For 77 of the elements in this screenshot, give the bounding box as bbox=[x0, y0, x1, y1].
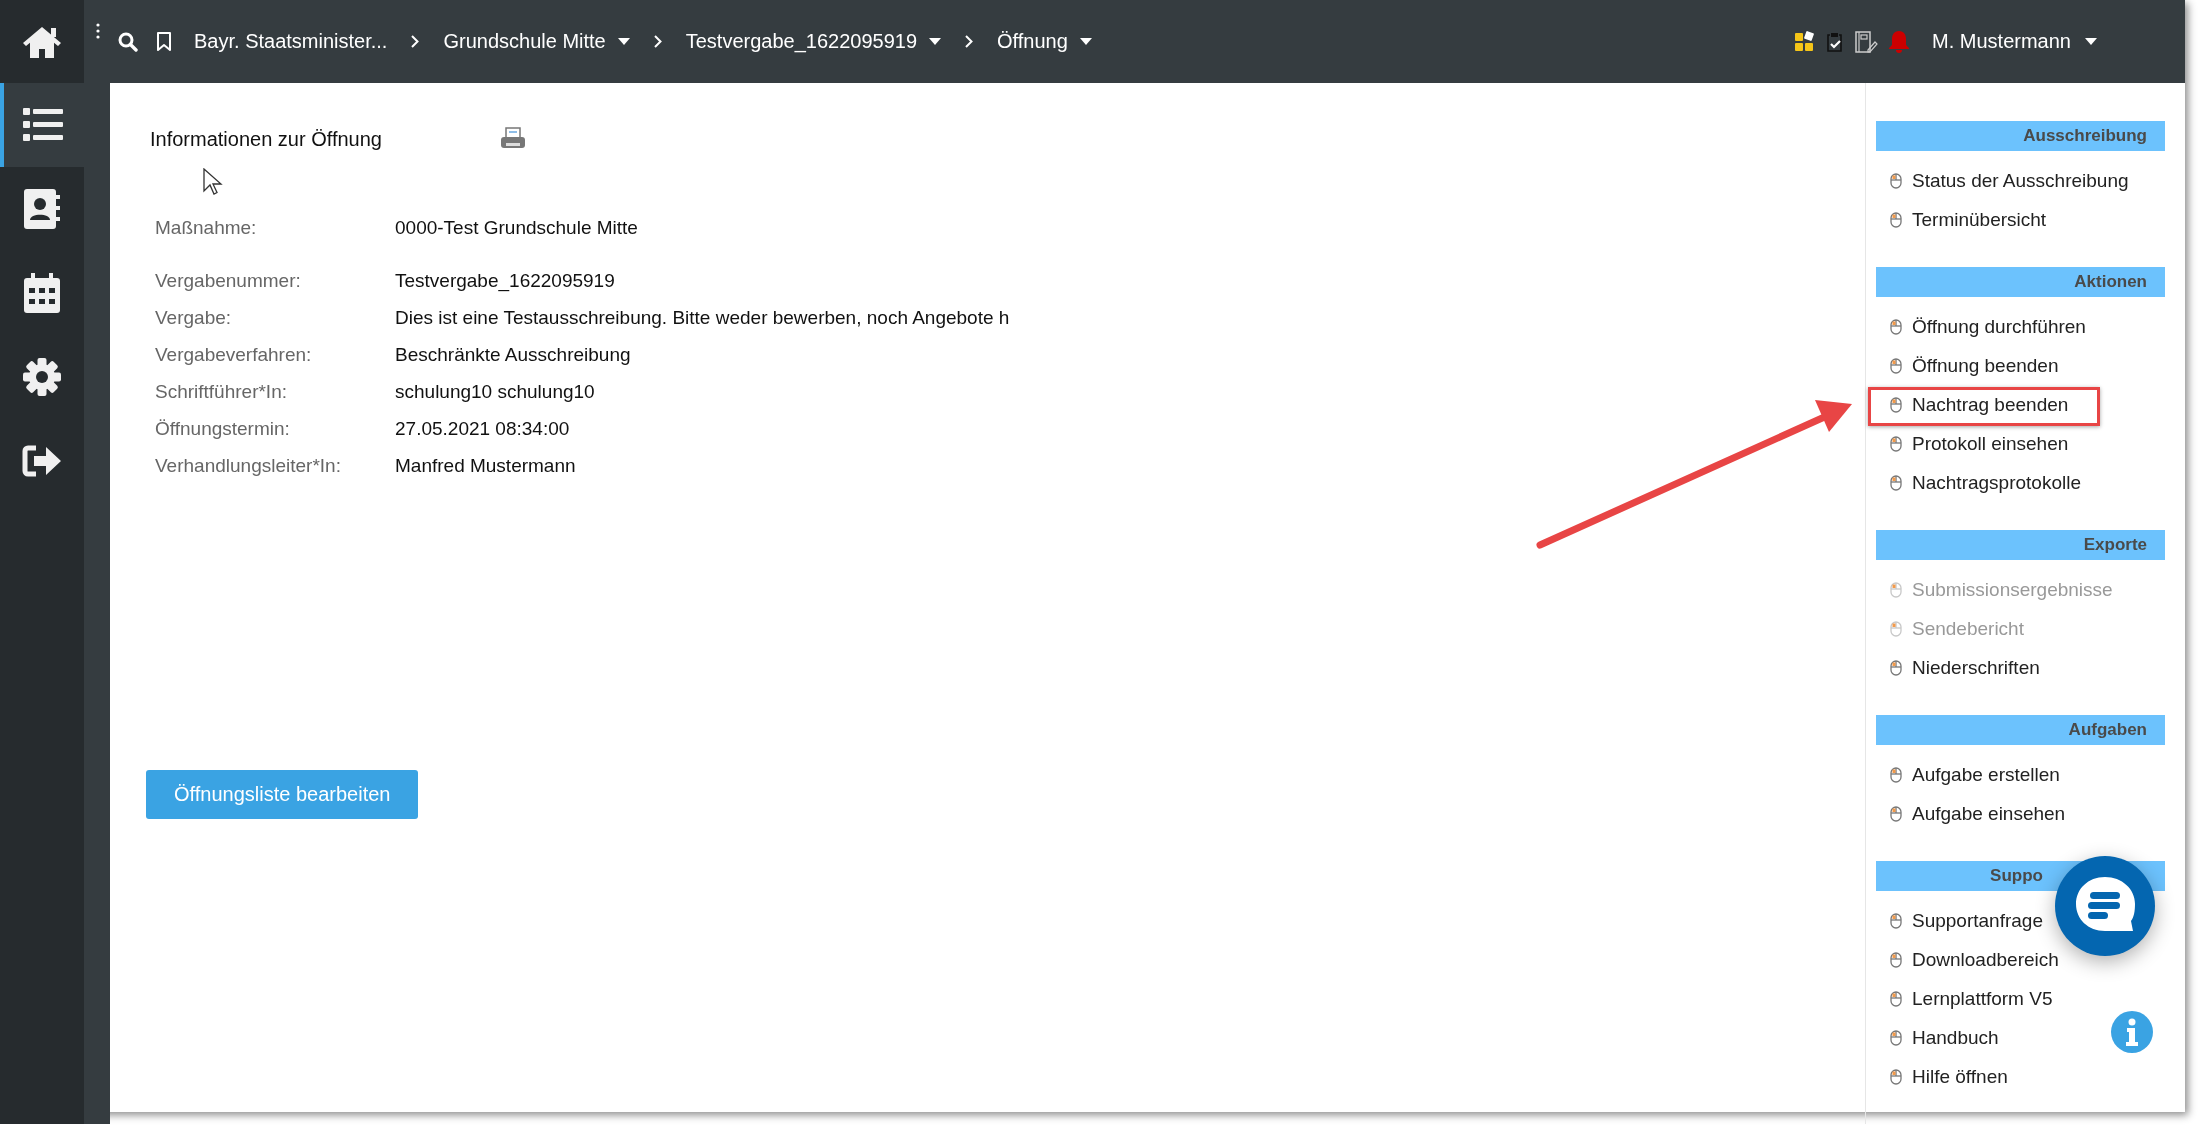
panel-link[interactable]: Hilfe öffnen bbox=[1876, 1057, 2165, 1096]
info-icon bbox=[2126, 1018, 2138, 1046]
section-header: Ausschreibung bbox=[1876, 121, 2165, 151]
settings-icon bbox=[23, 358, 61, 396]
field-label: Schriftführer*In: bbox=[155, 380, 288, 403]
panel-link[interactable]: Status der Ausschreibung bbox=[1876, 161, 2165, 200]
breadcrumb[interactable]: Testvergabe_1622095919 bbox=[685, 30, 942, 53]
mouse-icon bbox=[1890, 766, 1902, 783]
sidebar-item[interactable] bbox=[0, 167, 84, 251]
user-menu[interactable]: M. Mustermann bbox=[1932, 30, 2097, 53]
mouse-icon bbox=[1890, 318, 1902, 335]
info-button[interactable] bbox=[2111, 1011, 2153, 1053]
mouse-icon bbox=[1890, 620, 1902, 637]
mouse-icon bbox=[1890, 211, 1902, 228]
field-value: schulung10 schulung10 bbox=[395, 380, 595, 403]
breadcrumb[interactable]: Bayr. Staatsminister... bbox=[194, 30, 388, 53]
mouse-icon bbox=[1890, 990, 1902, 1007]
notebook-pen-icon[interactable] bbox=[1854, 29, 1879, 54]
panel-link[interactable]: Öffnung beenden bbox=[1876, 346, 2165, 385]
calendar-icon bbox=[24, 273, 60, 313]
panel-link[interactable]: Downloadbereich bbox=[1876, 940, 2165, 979]
field-label: Verhandlungsleiter*In: bbox=[155, 454, 342, 477]
section-header: Exporte bbox=[1876, 530, 2165, 560]
mouse-icon bbox=[1890, 435, 1902, 452]
panel-link[interactable]: Aufgabe erstellen bbox=[1876, 755, 2165, 794]
panel-link[interactable]: Nachtragsprotokolle bbox=[1876, 463, 2165, 502]
mouse-icon bbox=[1890, 912, 1902, 929]
panel-link[interactable]: Lernplattform V5 bbox=[1876, 979, 2165, 1018]
mouse-icon bbox=[1890, 581, 1902, 598]
field-value: Testvergabe_1622095919 bbox=[395, 269, 615, 292]
apps-icon[interactable] bbox=[1794, 30, 1817, 53]
panel-link[interactable]: Protokoll einsehen bbox=[1876, 424, 2165, 463]
mouse-icon bbox=[1890, 396, 1902, 413]
more-icon[interactable] bbox=[96, 22, 100, 39]
logout-icon bbox=[22, 445, 62, 477]
panel-link[interactable]: Handbuch bbox=[1876, 1018, 2165, 1057]
list-icon bbox=[23, 108, 63, 142]
field-label: Öffnungstermin: bbox=[155, 417, 291, 440]
mouse-icon bbox=[1890, 659, 1902, 676]
field-label: Vergabeverfahren: bbox=[155, 343, 313, 366]
printer-icon[interactable] bbox=[500, 127, 526, 151]
panel-link[interactable]: Aufgabe einsehen bbox=[1876, 794, 2165, 833]
panel-link[interactable]: Niederschriften bbox=[1876, 648, 2165, 687]
field-value: Dies ist eine Testausschreibung. Bitte weder bewerben, noch Angebote h bbox=[395, 306, 1010, 329]
cursor-icon bbox=[203, 168, 223, 196]
chevron-icon bbox=[411, 35, 420, 48]
panel-link[interactable]: Supportanfrage bbox=[1876, 901, 2165, 940]
chevron-icon bbox=[653, 35, 662, 48]
clipboard-check-icon[interactable] bbox=[1826, 30, 1845, 53]
mouse-icon bbox=[1890, 172, 1902, 189]
field-value: Beschränkte Ausschreibung bbox=[395, 343, 631, 366]
field-label: Vergabe: bbox=[155, 306, 233, 329]
mouse-icon bbox=[1890, 357, 1902, 374]
breadcrumb[interactable]: Grundschule Mitte bbox=[443, 30, 630, 53]
section-header: Aufgaben bbox=[1876, 715, 2165, 745]
field-value: Manfred Mustermann bbox=[395, 454, 576, 477]
mouse-icon bbox=[1890, 805, 1902, 822]
section-header: Aktionen bbox=[1876, 267, 2165, 297]
field-label: Vergabenummer: bbox=[155, 269, 302, 292]
mouse-icon bbox=[1890, 951, 1902, 968]
bookmark-icon[interactable] bbox=[156, 31, 172, 52]
mouse-icon bbox=[1890, 1029, 1902, 1046]
contact-book-icon bbox=[24, 189, 60, 229]
field-label: Maßnahme: bbox=[155, 216, 258, 239]
search-icon[interactable] bbox=[118, 31, 138, 52]
chevron-icon bbox=[965, 35, 974, 48]
panel-link[interactable]: Öffnung durchführen bbox=[1876, 307, 2165, 346]
page-title: Informationen zur Öffnung bbox=[150, 127, 383, 151]
home-icon bbox=[22, 24, 62, 59]
home-button[interactable] bbox=[0, 0, 84, 83]
panel-link[interactable]: Terminübersicht bbox=[1876, 200, 2165, 239]
mouse-icon bbox=[1890, 1068, 1902, 1085]
mouse-icon bbox=[1890, 474, 1902, 491]
panel-link[interactable]: Nachtrag beenden bbox=[1876, 385, 2165, 424]
field-value: 0000-Test Grundschule Mitte bbox=[395, 216, 638, 239]
breadcrumb[interactable]: Öffnung bbox=[997, 30, 1092, 53]
field-value: 27.05.2021 08:34:00 bbox=[395, 417, 570, 440]
